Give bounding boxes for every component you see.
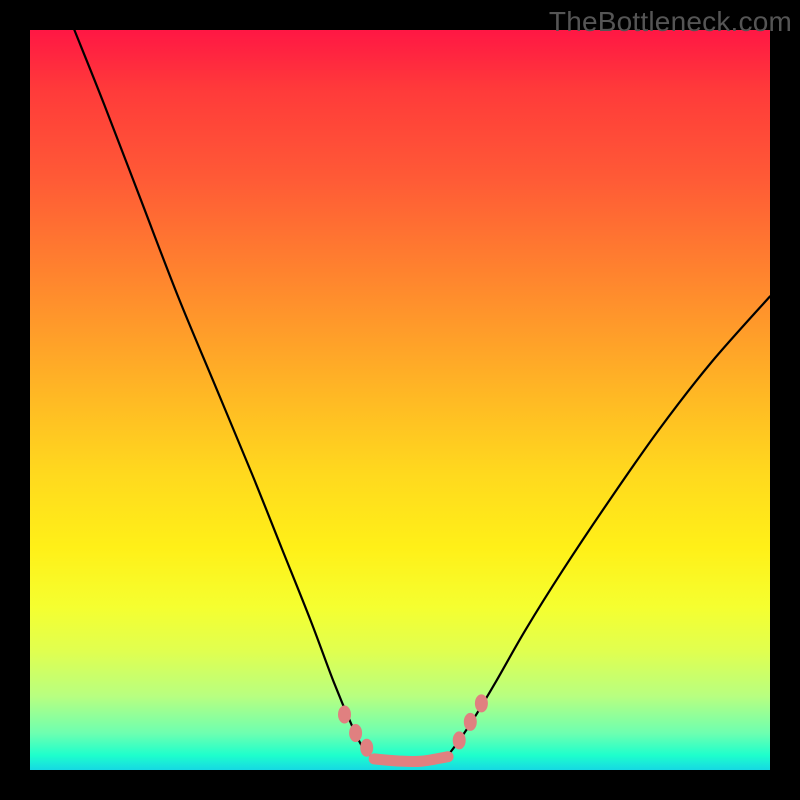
marker-dot (338, 706, 351, 724)
chart-frame: TheBottleneck.com (0, 0, 800, 800)
marker-dot (360, 739, 373, 757)
left-curve (74, 30, 374, 759)
chart-svg (30, 30, 770, 770)
watermark-text: TheBottleneck.com (549, 6, 792, 38)
marker-cluster-right (453, 694, 488, 749)
right-curve (448, 296, 770, 755)
bottom-flat-highlight (374, 757, 448, 762)
marker-dot (464, 713, 477, 731)
marker-cluster-left (338, 706, 373, 757)
marker-dot (349, 724, 362, 742)
marker-dot (475, 694, 488, 712)
plot-area (30, 30, 770, 770)
marker-dot (453, 731, 466, 749)
